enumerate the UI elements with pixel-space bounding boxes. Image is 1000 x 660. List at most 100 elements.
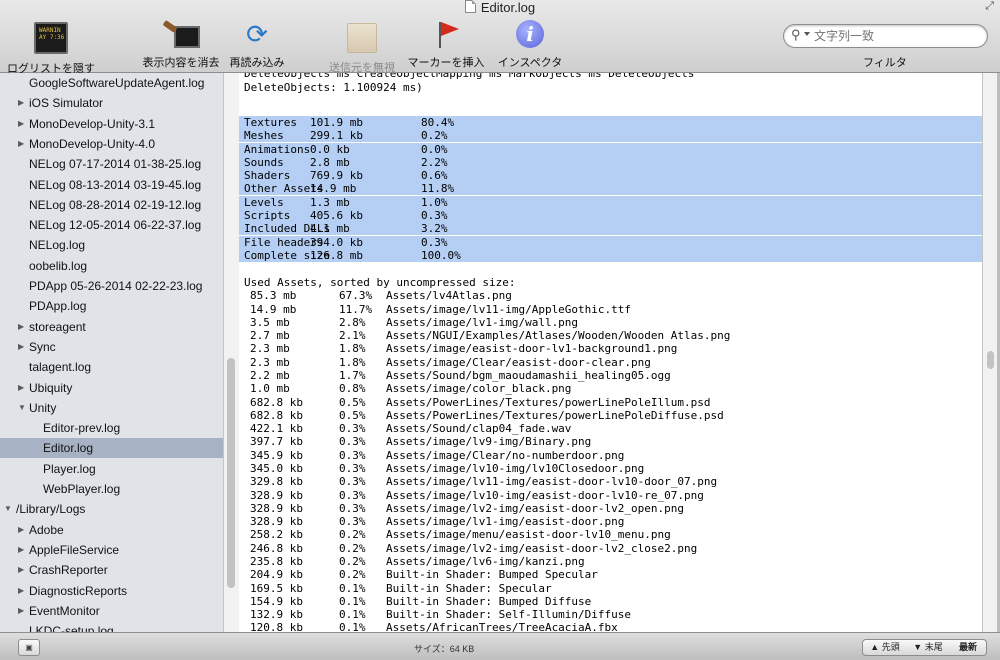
sidebar-item[interactable]: ▶ Adobe	[0, 520, 223, 540]
sidebar-item[interactable]: Editor.log	[0, 438, 223, 459]
sidebar-item[interactable]: LKDC-setup.log	[0, 621, 223, 632]
insert-marker-button[interactable]: マーカーを挿入	[404, 20, 488, 69]
disclosure-closed-icon[interactable]: ▶	[18, 601, 24, 621]
sidebar-item[interactable]: NELog 12-05-2014 06-22-37.log	[0, 215, 223, 235]
asset-size: 3.5 mb	[250, 315, 290, 329]
sidebar-item[interactable]: GoogleSoftwareUpdateAgent.log	[0, 73, 223, 93]
hide-log-list-button[interactable]: WARNIN AY 7:36 ログリストを隠す	[5, 20, 97, 75]
fullscreen-icon[interactable]: ⤢	[985, 0, 994, 13]
sidebar-item[interactable]: WebPlayer.log	[0, 479, 223, 499]
disclosure-closed-icon[interactable]: ▶	[18, 581, 24, 601]
asset-path: Built-in Shader: Bumped Diffuse	[386, 594, 592, 608]
log-line: DeleteObjects ms CreateObjectMapping ms …	[239, 73, 982, 80]
disclosure-closed-icon[interactable]: ▶	[18, 560, 24, 580]
sidebar-item[interactable]: ▶ AppleFileService	[0, 540, 223, 560]
disclosure-closed-icon[interactable]: ▶	[18, 540, 24, 560]
sidebar-item[interactable]: PDApp 05-26-2014 02-22-23.log	[0, 276, 223, 296]
sidebar-item[interactable]: ▶ iOS Simulator	[0, 93, 223, 113]
sidebar-item-label: AppleFileService	[29, 542, 120, 557]
inspector-button[interactable]: i インスペクタ	[494, 20, 566, 69]
asset-size: 422.1 kb	[250, 422, 303, 436]
console-icon: WARNIN AY 7:36	[34, 22, 68, 54]
log-line: 682.8 kb 0.5% Assets/PowerLines/Textures/p…	[239, 409, 982, 422]
ignore-sender-button[interactable]: 送信元を無視	[326, 20, 398, 74]
sidebar-item[interactable]: PDApp.log	[0, 296, 223, 316]
clear-display-button[interactable]: 表示内容を消去	[136, 20, 226, 69]
asset-path: Built-in Shader: Bumped Specular	[386, 568, 598, 582]
asset-path: Assets/PowerLines/Textures/powerLinePole…	[386, 408, 724, 422]
jump-top-button[interactable]: ▲ 先頭	[862, 639, 908, 656]
assets-header: Used Assets, sorted by uncompressed size…	[244, 276, 516, 290]
asset-percent: 11.7%	[339, 302, 373, 316]
sidebar-item[interactable]: NELog 08-28-2014 02-19-12.log	[0, 195, 223, 215]
disclosure-closed-icon[interactable]: ▶	[18, 134, 24, 154]
sidebar-item[interactable]: ▶ Sync	[0, 337, 223, 357]
disclosure-closed-icon[interactable]: ▶	[18, 317, 24, 337]
sidebar-item[interactable]: ▶ EventMonitor	[0, 601, 223, 621]
disclosure-open-icon[interactable]: ▼	[18, 398, 26, 418]
sidebar-item-label: NELog 08-13-2014 03-19-45.log	[29, 177, 202, 192]
sidebar-item-label: DiagnosticReports	[29, 583, 128, 598]
sidebar-item[interactable]: oobelib.log	[0, 256, 223, 276]
search-icon[interactable]: ⚲	[791, 27, 801, 43]
log-line: 345.9 kb 0.3% Assets/image/Clear/no-number…	[239, 449, 982, 462]
sidebar-item[interactable]: ▶ Ubiquity	[0, 378, 223, 398]
sidebar-item[interactable]: ▼ Unity	[0, 398, 223, 418]
size-percent: 80.4%	[421, 116, 455, 129]
log-line: 2.3 mb 1.8% Assets/image/Clear/easist-door…	[239, 356, 982, 369]
sidebar-item[interactable]: Editor-prev.log	[0, 418, 223, 438]
asset-percent: 2.8%	[339, 315, 366, 329]
sidebar-item[interactable]: NELog.log	[0, 235, 223, 255]
log-line: DeleteObjects: 1.100924 ms)	[239, 81, 982, 94]
content-scrollbar[interactable]	[982, 73, 998, 632]
log-line: Other Assets 14.9 mb 11.8%	[239, 182, 982, 196]
disclosure-open-icon[interactable]: ▼	[4, 499, 12, 519]
asset-path: Assets/image/Clear/easist-door-clear.png	[386, 355, 651, 369]
asset-percent: 0.3%	[339, 422, 366, 436]
asset-size: 132.9 kb	[250, 608, 303, 622]
sidebar-item[interactable]: Player.log	[0, 459, 223, 479]
reload-button[interactable]: ⟳ 再読み込み	[226, 20, 288, 69]
sidebar-item[interactable]: ▶ storeagent	[0, 317, 223, 337]
sidebar-scrollbar[interactable]	[223, 73, 240, 632]
disclosure-closed-icon[interactable]: ▶	[18, 520, 24, 540]
sidebar-item[interactable]: NELog 07-17-2014 01-38-25.log	[0, 154, 223, 174]
disclosure-closed-icon[interactable]: ▶	[18, 378, 24, 398]
sidebar-item-label: MonoDevelop-Unity-4.0	[29, 136, 156, 151]
size-value: 299.1 kb	[310, 129, 363, 143]
sidebar-item-label: iOS Simulator	[29, 96, 104, 111]
asset-percent: 1.8%	[339, 355, 366, 369]
search-field[interactable]: ⚲	[783, 24, 988, 48]
asset-path: Assets/Sound/bgm_maoudamashii_healing05.…	[386, 369, 671, 383]
disclosure-closed-icon[interactable]: ▶	[18, 114, 24, 134]
clear-display-label: 表示内容を消去	[142, 57, 220, 69]
console-window: Editor.log ⤢ WARNIN AY 7:36 ログリストを隠す 表示内…	[0, 0, 1000, 660]
jump-bottom-button[interactable]: ▼ 末尾	[906, 639, 951, 656]
disclosure-closed-icon[interactable]: ▶	[18, 337, 24, 357]
sidebar-item[interactable]: NELog 08-13-2014 03-19-45.log	[0, 175, 223, 195]
log-content[interactable]: DeleteObjects ms CreateObjectMapping ms …	[239, 73, 982, 632]
sidebar-item[interactable]: ▶ MonoDevelop-Unity-3.1	[0, 114, 223, 134]
asset-path: Assets/image/lv2-img/easist-door-lv2_ope…	[386, 501, 685, 515]
sidebar-item[interactable]: talagent.log	[0, 357, 223, 377]
asset-size: 154.9 kb	[250, 594, 303, 608]
title-bar: Editor.log	[0, 0, 1000, 14]
toggle-sidebar-button[interactable]: ▣	[18, 639, 40, 656]
log-line: Used Assets, sorted by uncompressed size…	[239, 276, 982, 289]
asset-size: 682.8 kb	[250, 408, 303, 422]
file-size-status: サイズ：64 KB	[414, 644, 475, 654]
content-scroll-thumb[interactable]	[987, 351, 994, 369]
sidebar-scroll-thumb[interactable]	[227, 358, 235, 588]
latest-button[interactable]: 最新	[950, 639, 987, 656]
search-options-caret-icon[interactable]	[804, 32, 810, 36]
sidebar-item[interactable]: ▶ MonoDevelop-Unity-4.0	[0, 134, 223, 154]
size-category: Levels	[244, 195, 284, 209]
sidebar-item[interactable]: ▶ CrashReporter	[0, 560, 223, 580]
disclosure-closed-icon[interactable]: ▶	[18, 93, 24, 113]
sidebar-item[interactable]: ▼ /Library/Logs	[0, 499, 223, 519]
sidebar-item-label: PDApp 05-26-2014 02-22-23.log	[29, 279, 203, 293]
sidebar-item[interactable]: ▶ DiagnosticReports	[0, 581, 223, 601]
size-value: 0.0 kb	[310, 142, 350, 156]
search-input[interactable]	[812, 27, 984, 45]
sidebar-item-label: WebPlayer.log	[43, 482, 121, 496]
